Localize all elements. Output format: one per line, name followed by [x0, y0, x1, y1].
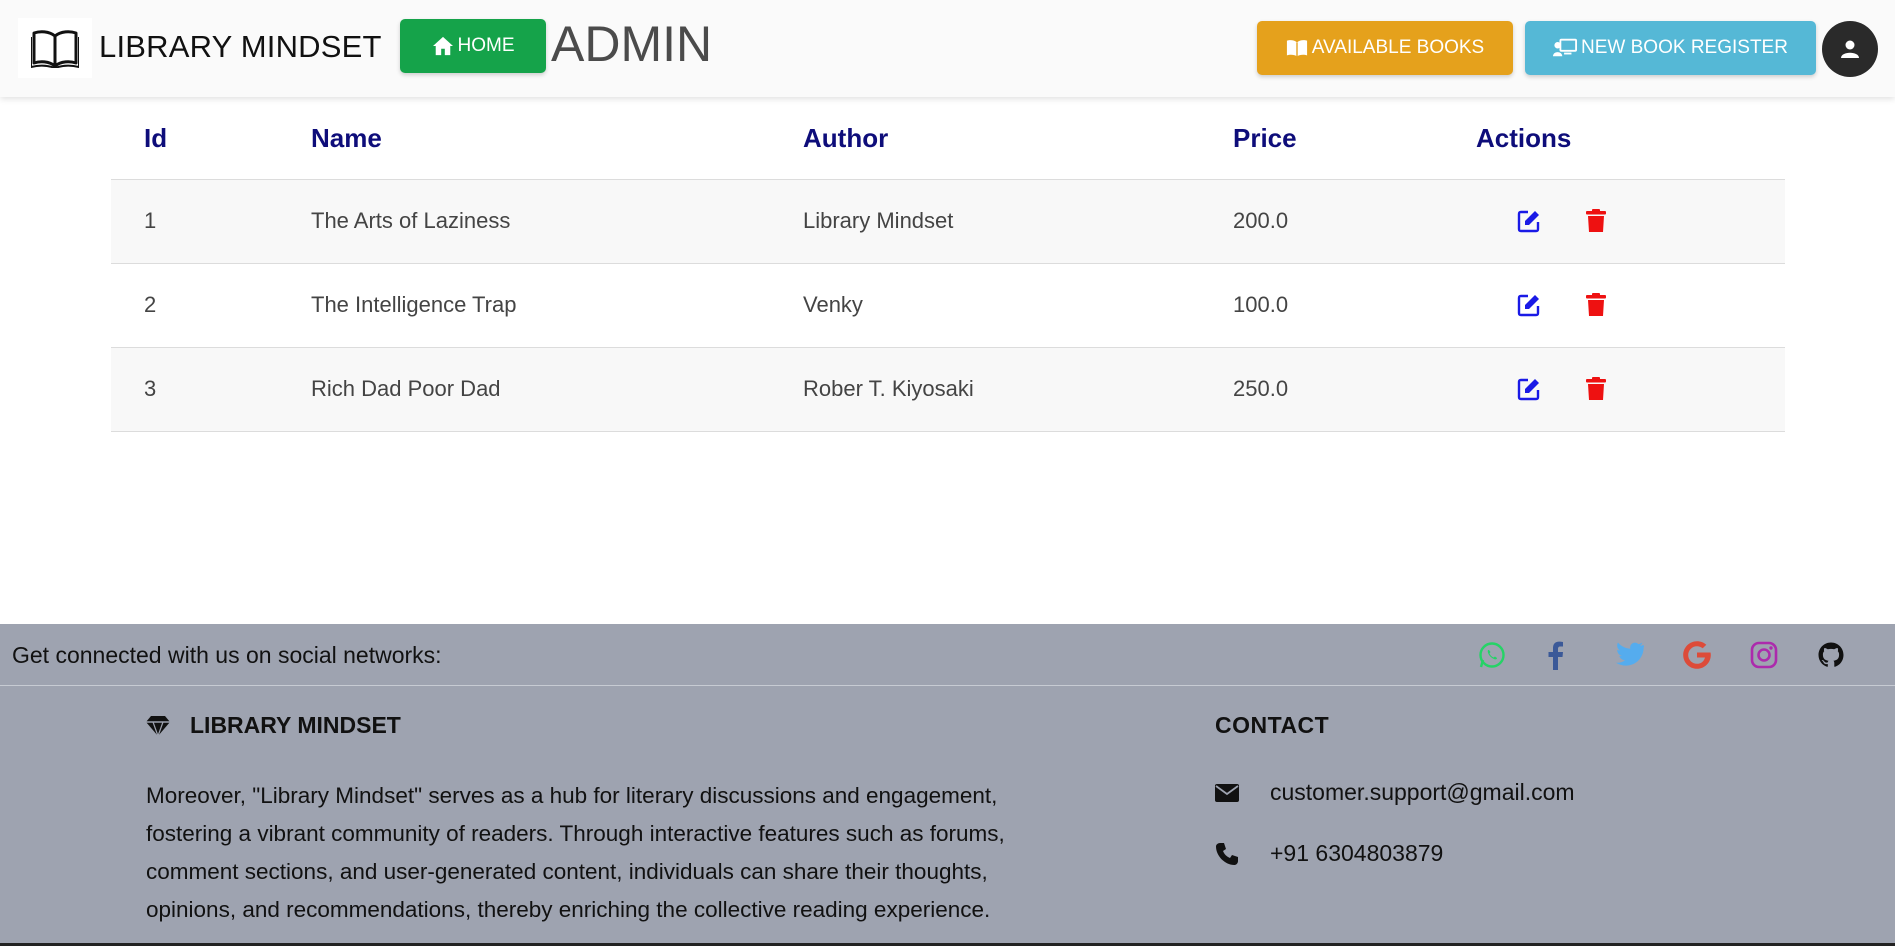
- user-avatar[interactable]: [1822, 21, 1878, 77]
- header-price: Price: [1233, 98, 1476, 180]
- user-board-icon: [1553, 38, 1578, 57]
- gem-icon: [146, 715, 170, 737]
- cell-price: 200.0: [1233, 179, 1476, 264]
- header-actions: Actions: [1476, 98, 1785, 180]
- cell-actions: [1476, 263, 1785, 348]
- home-icon: [432, 36, 453, 56]
- footer: Get connected with us on social networks…: [0, 624, 1895, 946]
- contact-email: customer.support@gmail.com: [1215, 779, 1575, 806]
- cell-name: The Arts of Laziness: [311, 179, 803, 264]
- table-row: 3 Rich Dad Poor Dad Rober T. Kiyosaki 25…: [111, 347, 1785, 432]
- home-label: HOME: [457, 35, 515, 56]
- delete-icon[interactable]: [1581, 206, 1611, 236]
- page-title: ADMIN: [551, 16, 713, 72]
- contact-phone-text[interactable]: +91 6304803879: [1270, 840, 1443, 867]
- table-row: 2 The Intelligence Trap Venky 100.0: [111, 263, 1785, 348]
- cell-name: Rich Dad Poor Dad: [311, 347, 803, 432]
- contact-phone: +91 6304803879: [1215, 840, 1443, 867]
- whatsapp-icon[interactable]: [1478, 638, 1546, 672]
- footer-description: Moreover, "Library Mindset" serves as a …: [146, 783, 1005, 922]
- table-row: 1 The Arts of Laziness Library Mindset 2…: [111, 179, 1785, 264]
- phone-icon: [1215, 842, 1270, 866]
- instagram-icon[interactable]: [1750, 638, 1818, 672]
- footer-brand: LIBRARY MINDSET: [146, 712, 401, 739]
- cell-author: Library Mindset: [803, 179, 1233, 264]
- cell-price: 100.0: [1233, 263, 1476, 348]
- table-header-row: Id Name Author Price Actions: [111, 98, 1785, 180]
- cell-price: 250.0: [1233, 347, 1476, 432]
- github-icon[interactable]: [1818, 638, 1886, 672]
- books-table: Id Name Author Price Actions 1 The Arts …: [111, 98, 1785, 432]
- contact-email-text[interactable]: customer.support@gmail.com: [1270, 779, 1575, 806]
- brand-name[interactable]: LIBRARY MINDSET: [99, 29, 382, 65]
- header-author: Author: [803, 98, 1233, 180]
- cell-name: The Intelligence Trap: [311, 263, 803, 348]
- header-name: Name: [311, 98, 803, 180]
- edit-icon[interactable]: [1514, 374, 1544, 404]
- available-books-label: AVAILABLE BOOKS: [1311, 37, 1485, 58]
- header-id: Id: [111, 98, 311, 180]
- available-books-button[interactable]: AVAILABLE BOOKS: [1257, 21, 1513, 75]
- cell-author: Venky: [803, 263, 1233, 348]
- cell-author: Rober T. Kiyosaki: [803, 347, 1233, 432]
- footer-brand-name: LIBRARY MINDSET: [190, 712, 401, 738]
- cell-actions: [1476, 347, 1785, 432]
- book-open-icon[interactable]: [18, 18, 92, 78]
- cell-id: 2: [111, 263, 311, 348]
- cell-id: 3: [111, 347, 311, 432]
- home-button[interactable]: HOME: [400, 19, 546, 73]
- contact-title: CONTACT: [1215, 712, 1330, 738]
- new-book-register-button[interactable]: NEW BOOK REGISTER: [1525, 21, 1816, 75]
- new-book-register-label: NEW BOOK REGISTER: [1581, 37, 1788, 58]
- twitter-icon[interactable]: [1614, 638, 1682, 672]
- social-text: Get connected with us on social networks…: [12, 642, 442, 668]
- navbar: LIBRARY MINDSET HOME ADMIN AVAILABLE BOO…: [0, 0, 1895, 97]
- user-icon: [1841, 40, 1859, 58]
- cell-actions: [1476, 179, 1785, 264]
- cell-id: 1: [111, 179, 311, 264]
- social-icons: [1478, 638, 1886, 672]
- social-bar: Get connected with us on social networks…: [0, 624, 1895, 686]
- edit-icon[interactable]: [1514, 290, 1544, 320]
- delete-icon[interactable]: [1581, 290, 1611, 320]
- google-icon[interactable]: [1682, 638, 1750, 672]
- envelope-icon: [1215, 783, 1270, 802]
- book-open-icon: [1286, 40, 1307, 57]
- facebook-icon[interactable]: [1546, 638, 1614, 672]
- edit-icon[interactable]: [1514, 206, 1544, 236]
- delete-icon[interactable]: [1581, 374, 1611, 404]
